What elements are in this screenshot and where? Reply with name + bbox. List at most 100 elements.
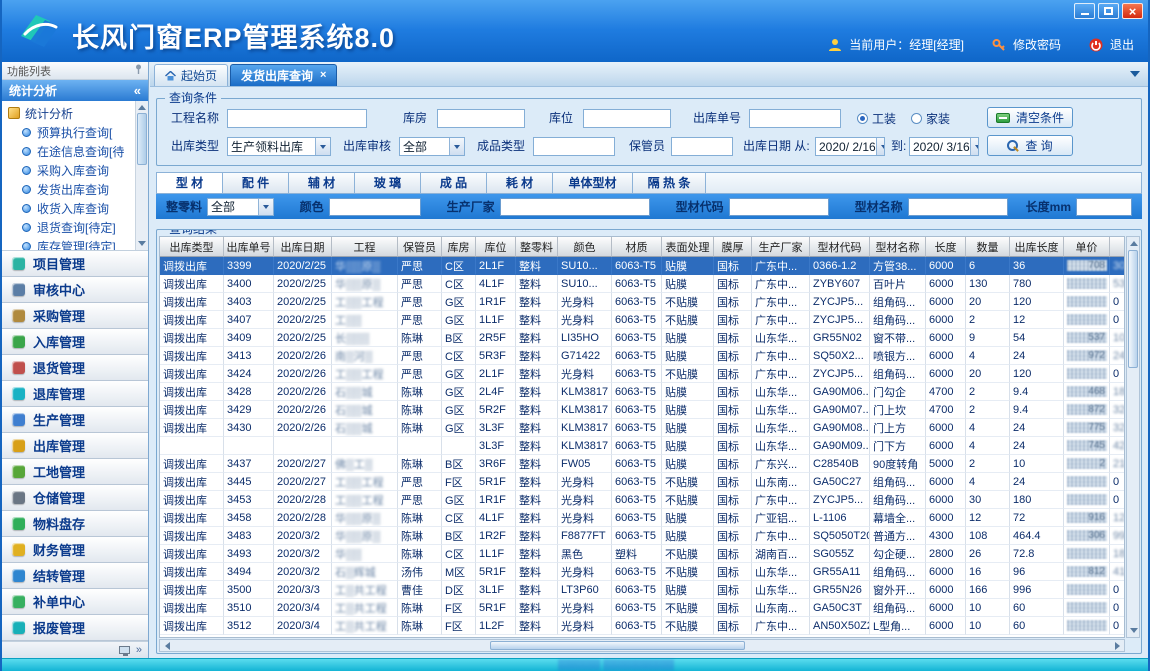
logout-link[interactable]: 退出 xyxy=(1110,36,1134,53)
out-type-select[interactable]: 生产领料出库 xyxy=(227,137,331,156)
scroll-down-icon[interactable] xyxy=(1129,626,1139,636)
sidebar-module[interactable]: 入库管理 xyxy=(2,329,148,355)
column-header[interactable]: 保管员 xyxy=(398,237,442,257)
document-tab[interactable]: 发货出库查询 xyxy=(230,64,337,86)
tree-item[interactable]: 收货入库查询 xyxy=(8,199,134,218)
table-row[interactable]: 3L3F 整料 KLM3817 6063-T5 贴膜 国标 山东华... GA9… xyxy=(160,437,1124,455)
scroll-right-icon[interactable] xyxy=(1112,641,1123,650)
location-input[interactable] xyxy=(583,109,671,128)
search-button[interactable]: 查 询 xyxy=(987,135,1073,156)
tree-scrollbar[interactable] xyxy=(135,101,148,250)
material-tab[interactable]: 型 材 xyxy=(156,172,222,194)
vertical-scroll-thumb[interactable] xyxy=(1128,250,1138,368)
column-header[interactable]: 颜色 xyxy=(558,237,612,257)
sidebar-module[interactable]: 工地管理 xyxy=(2,459,148,485)
table-row[interactable]: 调拨出库 3500 2020/3/3 工▒共工程 曹佳 D区 3L1F 整料 L… xyxy=(160,581,1124,599)
warehouse-input[interactable] xyxy=(437,109,525,128)
column-header[interactable]: 材质 xyxy=(612,237,662,257)
tree-item[interactable]: 发货出库查询 xyxy=(8,180,134,199)
sidebar-module[interactable]: 项目管理 xyxy=(2,251,148,277)
material-tab[interactable]: 隔 热 条 xyxy=(632,172,706,194)
table-row[interactable]: 调拨出库 3493 2020/3/2 华▒▒ 陈琳 C区 1L1F 整料 黑色 … xyxy=(160,545,1124,563)
scroll-up-icon[interactable] xyxy=(137,102,147,112)
column-header[interactable]: 出库长度 xyxy=(1010,237,1064,257)
table-row[interactable]: 调拨出库 3430 2020/2/26 石▒▒城 陈琳 G区 3L3F 整料 K… xyxy=(160,419,1124,437)
pin-icon[interactable] xyxy=(134,64,143,77)
document-tab[interactable]: 起始页 xyxy=(154,64,228,86)
tree-item[interactable]: 预算执行查询[ xyxy=(8,123,134,142)
sidebar-module[interactable]: 出库管理 xyxy=(2,433,148,459)
material-tab[interactable]: 耗 材 xyxy=(486,172,552,194)
sidebar-module[interactable]: 财务管理 xyxy=(2,537,148,563)
table-row[interactable]: 调拨出库 3424 2020/2/26 工▒▒工程 严思 G区 2L1F 整料 … xyxy=(160,365,1124,383)
table-row[interactable]: 调拨出库 3494 2020/3/2 石▒辉城 汤伟 M区 5R1F 整料 光身… xyxy=(160,563,1124,581)
sidebar-module[interactable]: 结转管理 xyxy=(2,563,148,589)
column-header[interactable]: 膜厚 xyxy=(714,237,752,257)
profile-name-input[interactable] xyxy=(908,198,1008,216)
sidebar-module[interactable]: 审核中心 xyxy=(2,277,148,303)
grid-horizontal-scrollbar[interactable] xyxy=(159,639,1125,652)
product-type-input[interactable] xyxy=(533,137,615,156)
radio-option[interactable]: 工装 xyxy=(857,109,896,128)
sidebar-module[interactable]: 报废管理 xyxy=(2,615,148,641)
sidebar-module[interactable]: 退库管理 xyxy=(2,381,148,407)
scroll-up-icon[interactable] xyxy=(1129,238,1139,248)
column-header[interactable]: 型材代码 xyxy=(810,237,870,257)
material-tab[interactable]: 配 件 xyxy=(222,172,288,194)
column-header[interactable]: 出库类型 xyxy=(160,237,224,257)
expand-chevrons-icon[interactable]: » xyxy=(136,644,142,656)
table-row[interactable]: 调拨出库 3437 2020/2/27 佛▒工▒ 陈琳 B区 3R6F 整料 F… xyxy=(160,455,1124,473)
column-header[interactable]: 库位 xyxy=(476,237,516,257)
change-password-link[interactable]: 修改密码 xyxy=(1013,36,1061,53)
color-input[interactable] xyxy=(329,198,421,216)
monitor-icon[interactable] xyxy=(119,646,130,654)
column-header[interactable]: 出库日期 xyxy=(274,237,332,257)
table-row[interactable]: 调拨出库 3428 2020/2/26 石▒▒城 陈琳 G区 2L4F 整料 K… xyxy=(160,383,1124,401)
table-row[interactable]: 调拨出库 3512 2020/3/4 工▒共工程 陈琳 F区 1L2F 整料 光… xyxy=(160,617,1124,635)
close-button[interactable]: × xyxy=(1122,3,1143,19)
audit-select[interactable]: 全部 xyxy=(399,137,465,156)
table-row[interactable]: 调拨出库 3399 2020/2/25 华▒▒原▒ 严思 C区 2L1F 整料 … xyxy=(160,257,1124,275)
sidebar-module[interactable]: 仓储管理 xyxy=(2,485,148,511)
column-header[interactable]: 长度 xyxy=(926,237,966,257)
whole-part-select[interactable]: 全部 xyxy=(207,198,274,216)
tree-item[interactable]: 采购入库查询 xyxy=(8,161,134,180)
table-row[interactable]: 调拨出库 3445 2020/2/27 工▒▒工程 严思 F区 5R1F 整料 … xyxy=(160,473,1124,491)
grid-vertical-scrollbar[interactable] xyxy=(1126,236,1140,638)
date-to-picker[interactable]: 2020/ 3/16 xyxy=(909,137,979,156)
table-row[interactable]: 调拨出库 3458 2020/2/28 华▒▒原▒ 陈琳 C区 4L1F 整料 … xyxy=(160,509,1124,527)
sidebar-module[interactable]: 退货管理 xyxy=(2,355,148,381)
profile-code-input[interactable] xyxy=(729,198,829,216)
sidebar-module[interactable]: 采购管理 xyxy=(2,303,148,329)
table-row[interactable]: 调拨出库 3407 2020/2/25 工▒▒ 严思 G区 1L1F 整料 光身… xyxy=(160,311,1124,329)
material-tab[interactable]: 单体型材 xyxy=(552,172,632,194)
material-tab[interactable]: 玻 璃 xyxy=(354,172,420,194)
column-header[interactable]: 整零料 xyxy=(516,237,558,257)
scroll-left-icon[interactable] xyxy=(161,641,172,650)
minimize-button[interactable] xyxy=(1074,3,1095,19)
material-tab[interactable]: 辅 材 xyxy=(288,172,354,194)
column-header[interactable]: 金 xyxy=(1110,237,1125,257)
table-row[interactable]: 调拨出库 3483 2020/3/2 华▒▒原▒ 陈琳 B区 1R2F 整料 F… xyxy=(160,527,1124,545)
length-input[interactable] xyxy=(1076,198,1132,216)
maker-input[interactable] xyxy=(500,198,650,216)
sidebar-module[interactable]: 补单中心 xyxy=(2,589,148,615)
table-row[interactable]: 调拨出库 3510 2020/3/4 工▒共工程 陈琳 F区 5R1F 整料 光… xyxy=(160,599,1124,617)
tab-close-icon[interactable] xyxy=(320,70,326,81)
sidebar-module[interactable]: 生产管理 xyxy=(2,407,148,433)
maximize-button[interactable] xyxy=(1098,3,1119,19)
table-row[interactable]: 调拨出库 3429 2020/2/26 石▒▒城 陈琳 G区 5R2F 整料 K… xyxy=(160,401,1124,419)
scroll-down-icon[interactable] xyxy=(137,239,147,249)
table-row[interactable]: 调拨出库 3403 2020/2/25 工▒▒工程 严思 G区 1R1F 整料 … xyxy=(160,293,1124,311)
table-row[interactable]: 调拨出库 3400 2020/2/25 华▒▒原▒ 严思 C区 4L1F 整料 … xyxy=(160,275,1124,293)
collapse-icon[interactable]: « xyxy=(134,83,141,98)
column-header[interactable]: 型材名称 xyxy=(870,237,926,257)
table-row[interactable]: 调拨出库 3409 2020/2/25 长▒▒▒ 陈琳 B区 2R5F 整料 L… xyxy=(160,329,1124,347)
tree-item[interactable]: 库存管理[待定] xyxy=(8,237,134,251)
sidebar-module[interactable]: 物料盘存 xyxy=(2,511,148,537)
column-header[interactable]: 单价 xyxy=(1064,237,1110,257)
tab-overflow-caret-icon[interactable] xyxy=(1130,71,1140,82)
tree-item[interactable]: 退货查询[待定] xyxy=(8,218,134,237)
table-row[interactable]: 调拨出库 3453 2020/2/28 工▒▒工程 严思 G区 1R1F 整料 … xyxy=(160,491,1124,509)
radio-option[interactable]: 家装 xyxy=(911,109,950,128)
